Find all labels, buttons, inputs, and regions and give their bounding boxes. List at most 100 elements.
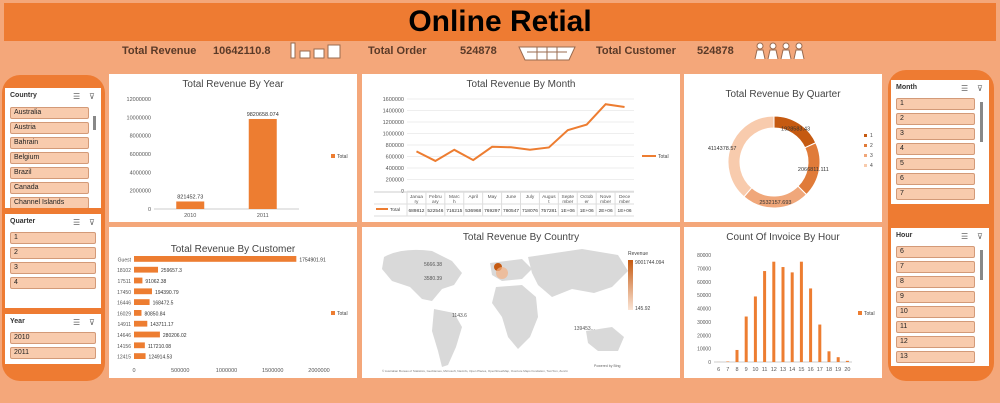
country-item[interactable]: Bahrain [10, 137, 89, 149]
revenue-by-customer-chart: Guest 1754901.91 18102 259657.3 17511 91062.3… [117, 256, 348, 374]
bar [134, 353, 146, 359]
bar [248, 118, 277, 209]
bar [134, 331, 160, 338]
quarter-item[interactable]: 1 [10, 232, 96, 244]
data-label: 1928583.43 [781, 126, 810, 132]
hour-item[interactable]: 10 [896, 306, 975, 318]
bar [809, 288, 813, 362]
clear-filter-icon[interactable]: ⊽ [89, 92, 95, 101]
month-item[interactable]: 1 [896, 98, 975, 110]
y-tick-label: 10000 [697, 347, 711, 353]
multi-select-icon[interactable]: ☰ [73, 218, 80, 227]
revenue-by-customer-panel: Total Revenue By Customer Guest 1754901.9… [109, 227, 357, 378]
month-item[interactable]: 7 [896, 188, 975, 200]
x-tick-label: 11 [762, 367, 768, 373]
month-scrollbar[interactable] [980, 102, 983, 142]
legend-swatch [864, 144, 867, 147]
bar [763, 271, 767, 362]
total-customer-label: Total Customer [596, 45, 676, 57]
hour-item[interactable]: 7 [896, 261, 975, 273]
revenue-by-quarter-chart: 1928583.43 1 2066811.111 2 2532157.693 3 41143… [708, 115, 873, 209]
quarter-slicer: Quarter ☰ ⊽ 1 2 3 4 [5, 214, 101, 308]
clear-filter-icon[interactable]: ⊽ [977, 84, 983, 93]
quarter-item[interactable]: 2 [10, 247, 96, 259]
data-label: 2532157.693 [759, 200, 791, 206]
revenue-by-year-chart: 0 2000000 4000000 6000000 8000000 10000000 120… [127, 97, 348, 219]
country-item[interactable]: Austria [10, 122, 89, 134]
legend-swatch [864, 154, 867, 157]
country-item[interactable]: Australia [10, 107, 89, 119]
multi-select-icon[interactable]: ☰ [73, 92, 80, 101]
y-tick-label: 1400000 [383, 109, 404, 115]
y-tick-label: 80000 [697, 253, 711, 259]
country-scrollbar[interactable] [93, 116, 96, 130]
x-tick-label: h [453, 199, 456, 205]
clear-filter-icon[interactable]: ⊽ [977, 232, 983, 241]
multi-select-icon[interactable]: ☰ [961, 84, 968, 93]
hour-scrollbar[interactable] [980, 250, 983, 280]
x-tick-label: 13 [780, 367, 786, 373]
map-label: 5666.38 [424, 262, 442, 268]
people-icon [754, 42, 805, 60]
table-value: 780547 [503, 208, 519, 214]
bar [134, 342, 145, 349]
year-item[interactable]: 2011 [10, 347, 96, 359]
multi-select-icon[interactable]: ☰ [73, 318, 80, 327]
country-slicer-title: Country [10, 92, 37, 99]
legend-label: Total [864, 311, 875, 317]
country-item[interactable]: Belgium [10, 152, 89, 164]
country-item[interactable]: Channel Islands [10, 197, 89, 208]
hour-item[interactable]: 13 [896, 351, 975, 363]
clear-filter-icon[interactable]: ⊽ [89, 318, 95, 327]
data-label: 821452.73 [177, 194, 203, 200]
month-item[interactable]: 4 [896, 143, 975, 155]
y-tick-label: 200000 [386, 178, 404, 184]
y-tick-label: 800000 [386, 143, 404, 149]
bar [818, 324, 822, 362]
bar [753, 296, 757, 362]
hour-item[interactable]: 8 [896, 276, 975, 288]
x-tick-label: June [506, 194, 517, 200]
country-item[interactable]: Brazil [10, 167, 89, 179]
hour-item[interactable]: 11 [896, 321, 975, 333]
shopping-bags-icon [290, 42, 341, 59]
x-tick-label: 17 [817, 367, 823, 373]
world-map[interactable]: 5666.38 3580.39 1143.6 139453... Revenue… [362, 227, 680, 378]
legend-label: Total [658, 154, 669, 160]
legend-label: Total [337, 311, 348, 317]
multi-select-icon[interactable]: ☰ [961, 232, 968, 241]
hour-item[interactable]: 6 [896, 246, 975, 258]
y-tick-label: 40000 [697, 307, 711, 313]
quarter-item[interactable]: 3 [10, 262, 96, 274]
year-item[interactable]: 2010 [10, 332, 96, 344]
month-item[interactable]: 6 [896, 173, 975, 185]
bar [836, 357, 840, 362]
year-slicer: Year ☰ ⊽ 2010 2011 [5, 314, 101, 364]
map-attribution: Powered by Bing [594, 364, 621, 368]
bar [845, 360, 849, 362]
legend-label: 3 [870, 153, 873, 159]
table-value: 522546 [427, 208, 443, 214]
bar [134, 288, 152, 295]
month-item[interactable]: 2 [896, 113, 975, 125]
revenue-by-quarter-panel: Total Revenue By Quarter 1928583.43 1 2066… [684, 74, 882, 222]
total-order-label: Total Order [368, 45, 427, 57]
data-label: 280206.02 [163, 333, 187, 339]
clear-filter-icon[interactable]: ⊽ [89, 218, 95, 227]
revenue-by-year-panel: Total Revenue By Year 0 2000000 4000000 600… [109, 74, 357, 222]
x-tick-label: 7 [726, 367, 729, 373]
bar [827, 351, 831, 362]
x-tick-label: mber [619, 199, 630, 205]
bar [799, 261, 803, 362]
hour-item[interactable]: 9 [896, 291, 975, 303]
month-item[interactable]: 5 [896, 158, 975, 170]
x-tick-label: 16 [808, 367, 814, 373]
y-tick-label: 18102 [117, 268, 131, 274]
quarter-item[interactable]: 4 [10, 277, 96, 289]
month-item[interactable]: 3 [896, 128, 975, 140]
data-label: 1754901.91 [299, 257, 326, 263]
country-item[interactable]: Canada [10, 182, 89, 194]
hour-item[interactable]: 12 [896, 336, 975, 348]
y-tick-label: 50000 [697, 293, 711, 299]
revenue-by-month-panel: Total Revenue By Month 02000004000006000… [362, 74, 680, 222]
